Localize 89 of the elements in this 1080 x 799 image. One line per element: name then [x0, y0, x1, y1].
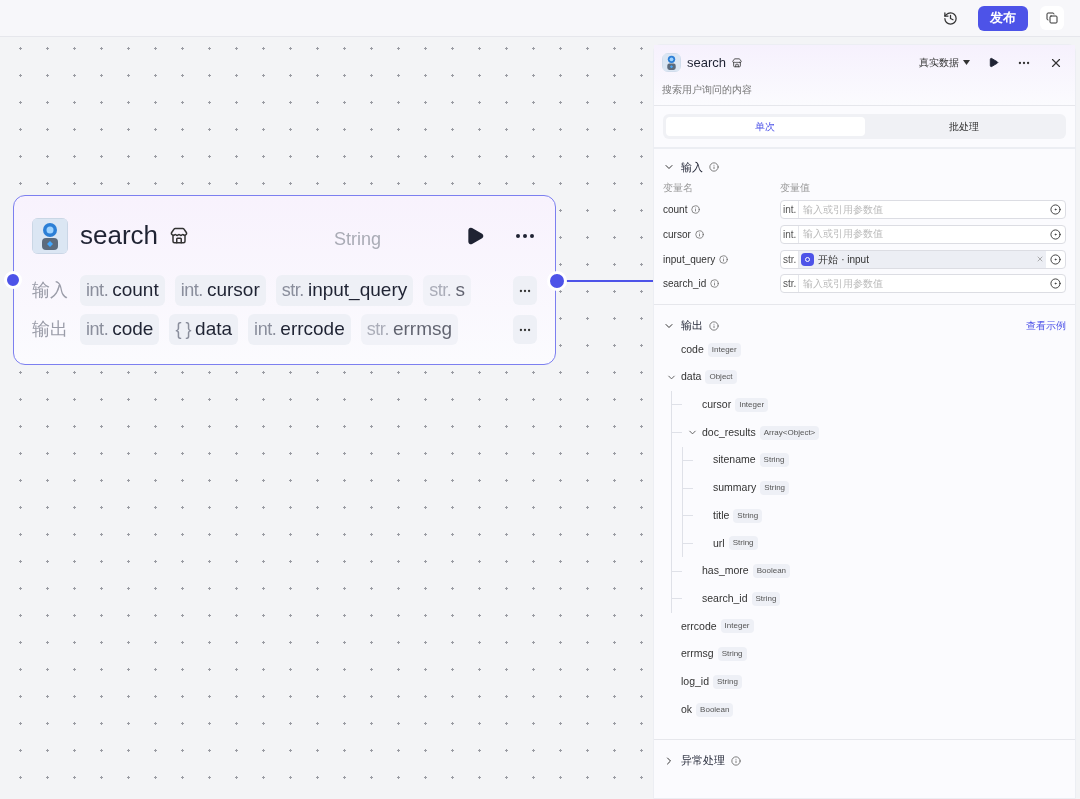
- param-name: search_id: [663, 277, 707, 292]
- robot-icon: [32, 217, 68, 254]
- variable-tag: int. count: [80, 275, 165, 306]
- output-port[interactable]: [547, 271, 567, 291]
- panel-description: 搜索用户询问的内容: [662, 82, 753, 97]
- variable-tag: int. code: [80, 314, 160, 345]
- info-icon: [719, 254, 729, 264]
- info-icon: [694, 230, 704, 240]
- field-name: errmsg: [681, 646, 714, 662]
- placeholder-text: 输入或引用参数值: [802, 227, 885, 242]
- field-type: Integer: [707, 342, 741, 357]
- field-type: String: [728, 536, 758, 551]
- history-icon[interactable]: [943, 10, 958, 26]
- store-icon: [170, 226, 189, 245]
- variable-tag: str. input_query: [275, 275, 414, 306]
- copy-button[interactable]: [1040, 6, 1064, 30]
- field-type: Boolean: [696, 702, 734, 717]
- placeholder-text: 输入或引用参数值: [802, 202, 885, 217]
- variable-tag: str. s: [423, 275, 471, 306]
- section-title: 异常处理: [681, 753, 725, 769]
- reference-picker-icon[interactable]: [1050, 229, 1061, 241]
- field-type: Boolean: [752, 564, 791, 579]
- field-name: errcode: [681, 618, 717, 634]
- placeholder-text: 输入或引用参数值: [802, 276, 885, 291]
- view-example-link[interactable]: 查看示例: [1026, 318, 1066, 333]
- run-icon[interactable]: [465, 225, 485, 246]
- robot-icon: [662, 53, 681, 73]
- field-name: code: [681, 341, 704, 357]
- info-icon: [691, 205, 701, 215]
- field-name: log_id: [681, 673, 710, 689]
- column-header: 变量名: [663, 181, 694, 196]
- param-value-field[interactable]: int. 输入或引用参数值: [780, 225, 1066, 245]
- caret-icon: [963, 60, 970, 66]
- data-mode-dropdown[interactable]: 真实数据: [919, 55, 970, 71]
- store-icon: [732, 57, 743, 68]
- column-header: 变量值: [780, 181, 810, 196]
- field-name: search_id: [702, 590, 748, 606]
- run-icon[interactable]: [988, 57, 999, 69]
- input-port[interactable]: [4, 271, 22, 289]
- copy-icon: [1046, 12, 1058, 24]
- panel-title: search: [687, 54, 727, 72]
- tooltip-label: String: [333, 228, 383, 251]
- param-name: input_query: [663, 252, 716, 267]
- field-name: title: [713, 507, 730, 523]
- section-title: 输出: [681, 318, 703, 334]
- publish-button[interactable]: 发布: [978, 5, 1028, 31]
- field-name: data: [681, 369, 702, 385]
- param-value-field[interactable]: int. 输入或引用参数值: [780, 200, 1066, 220]
- mode-tab[interactable]: 单次: [666, 116, 865, 136]
- param-name: cursor: [663, 228, 691, 243]
- reference-value: 开始 · input: [818, 252, 869, 267]
- reference-picker-icon[interactable]: [1050, 253, 1061, 265]
- field-name: has_more: [702, 563, 749, 579]
- field-name: ok: [681, 701, 693, 717]
- field-type: String: [759, 453, 789, 468]
- field-name: summary: [713, 480, 757, 496]
- node-title: search: [80, 219, 159, 252]
- section-title: 输入: [681, 159, 703, 175]
- variable-tag: int. cursor: [174, 275, 266, 306]
- field-name: cursor: [702, 397, 732, 413]
- reference-icon: [801, 252, 815, 266]
- mode-tab[interactable]: 批处理: [864, 116, 1063, 136]
- variable-tag: int. errcode: [248, 314, 351, 345]
- info-icon: [709, 162, 719, 172]
- reference-picker-icon[interactable]: [1050, 204, 1061, 216]
- field-type: String: [717, 647, 747, 662]
- info-icon: [709, 320, 719, 331]
- field-type: Integer: [720, 619, 754, 634]
- variable-tag: { } data: [169, 314, 239, 345]
- info-icon: [710, 279, 720, 289]
- variable-tag: str. errmsg: [360, 314, 459, 345]
- row-label: 输入: [32, 279, 69, 302]
- node-card[interactable]: search String 输入 int. count int. cursor str. input_query str. s 输出 int. code { } data int. errcode str. errmsg: [13, 195, 556, 365]
- field-name: doc_results: [702, 424, 756, 440]
- reference-picker-icon[interactable]: [1050, 278, 1061, 290]
- field-type: Object: [705, 370, 737, 385]
- field-name: url: [713, 535, 725, 551]
- field-name: sitename: [713, 452, 756, 468]
- param-name: count: [663, 203, 688, 218]
- param-value-field[interactable]: str. 开始 · input: [780, 249, 1066, 269]
- field-type: String: [751, 591, 781, 606]
- field-type: Array<Object>: [759, 425, 820, 440]
- row-label: 输出: [32, 318, 69, 341]
- field-type: String: [760, 481, 790, 496]
- info-icon: [731, 755, 741, 766]
- field-type: String: [713, 674, 742, 689]
- field-type: String: [733, 508, 763, 523]
- param-value-field[interactable]: str. 输入或引用参数值: [780, 274, 1066, 294]
- field-type: Integer: [735, 397, 769, 412]
